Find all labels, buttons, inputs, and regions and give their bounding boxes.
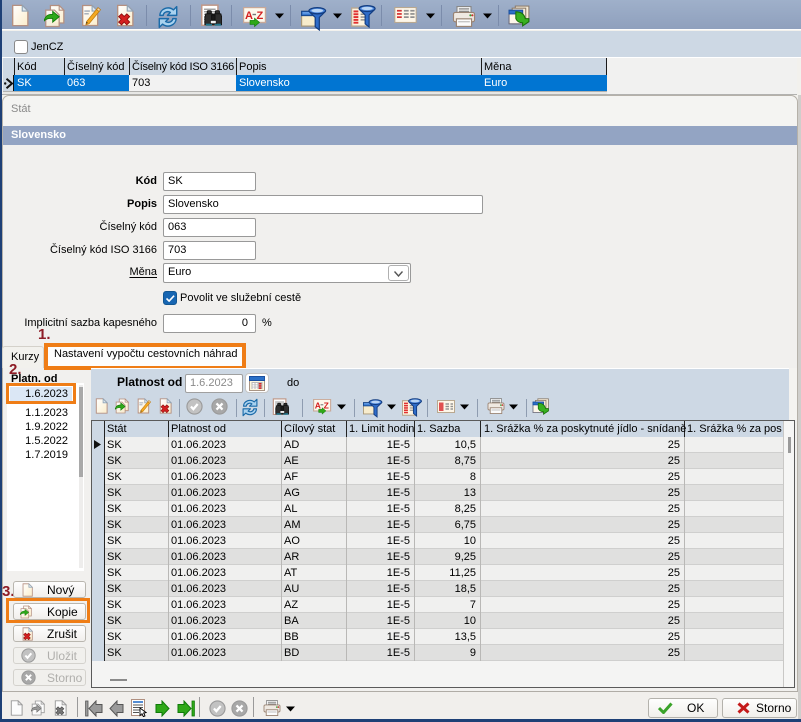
svg-text:Z: Z bbox=[324, 400, 329, 410]
svg-text:Z: Z bbox=[257, 10, 264, 22]
svg-text:A: A bbox=[315, 400, 321, 410]
